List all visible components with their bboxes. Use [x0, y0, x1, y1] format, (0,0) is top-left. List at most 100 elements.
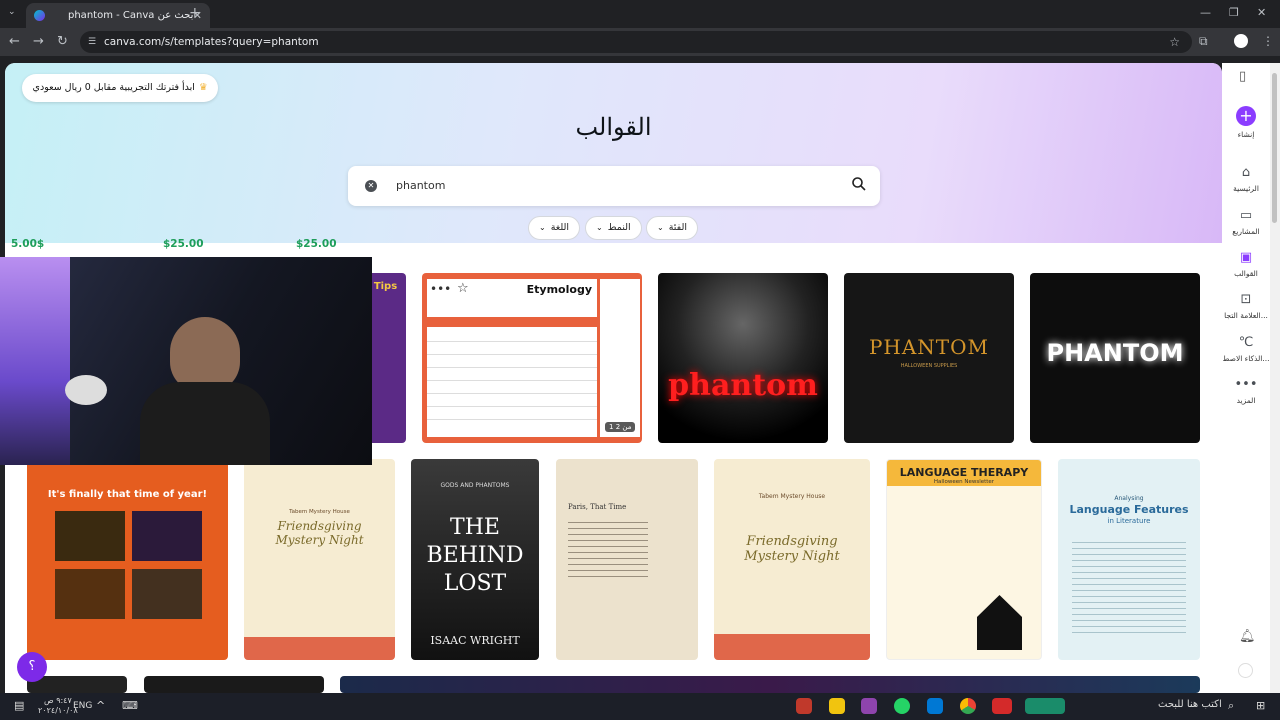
keyboard-icon[interactable]: ⌨ — [122, 699, 138, 712]
template-search-box[interactable]: ✕ phantom — [348, 166, 880, 206]
template-card-subtitle: Halloween Newsletter — [933, 479, 995, 485]
template-card-phantom-red[interactable]: phantom — [658, 273, 828, 443]
address-bar[interactable]: ☰ canva.com/s/templates?query=phantom ☆ — [80, 31, 1192, 53]
template-card-paris[interactable]: Paris, That Time — [556, 459, 698, 660]
notification-icon[interactable]: ▤ — [14, 699, 24, 712]
template-card-friendsgiving[interactable]: Tabem Mystery House Friendsgiving Myster… — [244, 459, 395, 660]
close-window-icon[interactable]: ✕ — [1257, 6, 1266, 19]
page-scrollbar[interactable] — [1270, 63, 1280, 693]
new-tab-icon[interactable]: + — [189, 5, 201, 21]
clock[interactable]: ٩:٤٧ ص ٢٠٢٤/١٠/٠٨ — [38, 696, 78, 716]
search-input[interactable]: phantom — [396, 166, 445, 206]
sidebar-item-templates[interactable]: ▣ القوالب — [1222, 250, 1270, 278]
template-card-title: Language Features — [1069, 503, 1189, 516]
template-card-title: PHANTOM — [868, 335, 990, 359]
favorite-star-icon[interactable]: ☆ — [457, 281, 469, 296]
canva-favicon-icon — [34, 10, 45, 21]
sidebar-item-ai[interactable]: ℃ الذكاء الاصط... — [1222, 335, 1270, 363]
template-card-halloween[interactable]: It's finally that time of year! — [27, 459, 228, 660]
template-card-subtitle: HALLOWEEN SUPPLIES — [900, 363, 958, 369]
tab-search-icon[interactable]: ⌄ — [8, 7, 16, 17]
plus-icon: + — [1236, 106, 1256, 126]
chevron-down-icon: ⌄ — [596, 223, 603, 232]
back-icon[interactable]: ← — [9, 34, 20, 49]
chevron-down-icon: ⌄ — [657, 223, 664, 232]
filter-language[interactable]: اللغة ⌄ — [528, 216, 581, 240]
app-icon[interactable] — [861, 698, 877, 714]
voicemod-icon[interactable] — [992, 698, 1012, 714]
template-card-title: phantom — [668, 368, 818, 403]
language-indicator[interactable]: ENG — [73, 701, 92, 711]
clear-search-icon[interactable]: ✕ — [365, 180, 377, 192]
price-label: $25.00 — [296, 238, 337, 250]
help-button[interactable]: ؟ — [17, 652, 47, 682]
sidebar-item-brand[interactable]: ⊡ العلامة التجا... — [1222, 292, 1270, 320]
sidebar-item-create[interactable]: + إنشاء — [1222, 106, 1270, 139]
template-card-etymology[interactable]: Etymology ••• ☆ 1 من 2 — [422, 273, 642, 443]
browser-tab-bar: ⌄ بحث عن phantom - Canva ✕ + — ❐ ✕ — [0, 0, 1280, 28]
more-options-icon[interactable]: ••• — [430, 282, 451, 296]
sidebar-item-more[interactable]: ••• المزيد — [1222, 377, 1270, 405]
trial-badge[interactable]: ♛ابدأ فترتك التجريبية مقابل 0 ريال سعودي — [22, 74, 218, 102]
template-card-phantom-gold[interactable]: PHANTOM HALLOWEEN SUPPLIES — [844, 273, 1014, 443]
filter-category-label: الفئة — [668, 222, 688, 233]
template-card-phantom-white[interactable]: PHANTOM — [1030, 273, 1200, 443]
search-icon[interactable] — [851, 176, 867, 192]
home-icon: ⌂ — [1241, 165, 1251, 180]
template-card[interactable] — [144, 676, 324, 693]
windows-taskbar: ▤ ٩:٤٧ ص ٢٠٢٤/١٠/٠٨ ENG ^ ⌨ اكتب هنا للبح… — [0, 693, 1280, 720]
sidebar-item-label: إنشاء — [1237, 130, 1255, 139]
outlook-icon[interactable] — [927, 698, 943, 714]
template-card-title: PHANTOM — [1046, 339, 1184, 367]
template-card-behind-lost[interactable]: GODS AND PHANTOMS THE BEHIND LOST ISAAC … — [411, 459, 539, 660]
filter-style[interactable]: النمط ⌄ — [585, 216, 642, 240]
template-card[interactable] — [27, 676, 127, 693]
minimize-icon[interactable]: — — [1200, 6, 1211, 19]
template-card-language-features[interactable]: Analysing Language Features in Literatur… — [1058, 459, 1200, 660]
browser-tab[interactable]: بحث عن phantom - Canva ✕ — [26, 3, 210, 28]
sidebar-item-label: القوالب — [1234, 269, 1258, 278]
reload-icon[interactable]: ↻ — [57, 34, 68, 49]
template-card-header: Tabem Mystery House — [289, 509, 350, 515]
chevron-down-icon: ⌄ — [539, 223, 546, 232]
folder-icon: ▭ — [1239, 208, 1253, 223]
sidebar-item-label: الذكاء الاصط... — [1222, 354, 1270, 363]
maximize-icon[interactable]: ❐ — [1229, 6, 1239, 19]
price-label: $25.00 — [163, 238, 204, 250]
filter-style-label: النمط — [607, 222, 631, 233]
profile-avatar[interactable] — [1234, 34, 1248, 48]
sidebar-item-projects[interactable]: ▭ المشاريع — [1222, 208, 1270, 236]
template-card-friendsgiving-2[interactable]: Tabem Mystery House Friendsgiving Myster… — [714, 459, 870, 660]
sidebar-item-home[interactable]: ⌂ الرئيسية — [1222, 165, 1270, 193]
forward-icon[interactable]: → — [33, 34, 44, 49]
template-card-author: ISAAC WRIGHT — [430, 634, 520, 647]
brand-icon: ⊡ — [1240, 292, 1252, 307]
template-card-header: Tabem Mystery House — [758, 493, 826, 500]
template-card-title: Paris, That Time — [568, 503, 627, 511]
windows-start-icon[interactable]: ⊞ — [1256, 699, 1265, 712]
template-card[interactable] — [340, 676, 1200, 693]
template-card-language-therapy[interactable]: LANGUAGE THERAPY Halloween Newsletter — [886, 459, 1042, 660]
whatsapp-icon[interactable] — [894, 698, 910, 714]
account-avatar[interactable] — [1238, 663, 1253, 678]
notifications-bell-icon[interactable]: 🔔︎ — [1239, 629, 1256, 644]
clock-time: ٩:٤٧ ص — [43, 696, 72, 705]
panel-toggle-icon[interactable]: ▯ — [1239, 69, 1246, 84]
template-card-title: It's finally that time of year! — [47, 489, 208, 500]
browser-menu-icon[interactable]: ⋮ — [1262, 34, 1274, 48]
template-card-title: THE BEHIND LOST — [426, 515, 524, 596]
app-icon[interactable] — [829, 698, 845, 714]
scrollbar-thumb[interactable] — [1272, 73, 1277, 223]
widget-icon[interactable] — [1025, 698, 1065, 714]
chrome-icon[interactable] — [960, 698, 976, 714]
trial-text: ابدأ فترتك التجريبية مقابل 0 ريال سعودي — [32, 82, 195, 93]
search-icon[interactable]: ⌕ — [1228, 699, 1234, 713]
taskbar-search[interactable]: اكتب هنا للبحث — [1158, 699, 1222, 710]
show-hidden-icons-icon[interactable]: ^ — [96, 699, 105, 712]
bookmark-star-icon[interactable]: ☆ — [1169, 31, 1180, 53]
app-icon[interactable] — [796, 698, 812, 714]
browser-toolbar: ← → ↻ ☰ canva.com/s/templates?query=phan… — [0, 28, 1280, 56]
filter-category[interactable]: الفئة ⌄ — [646, 216, 699, 240]
site-info-icon[interactable]: ☰ — [88, 31, 96, 53]
extensions-icon[interactable]: ⧉ — [1199, 34, 1208, 49]
